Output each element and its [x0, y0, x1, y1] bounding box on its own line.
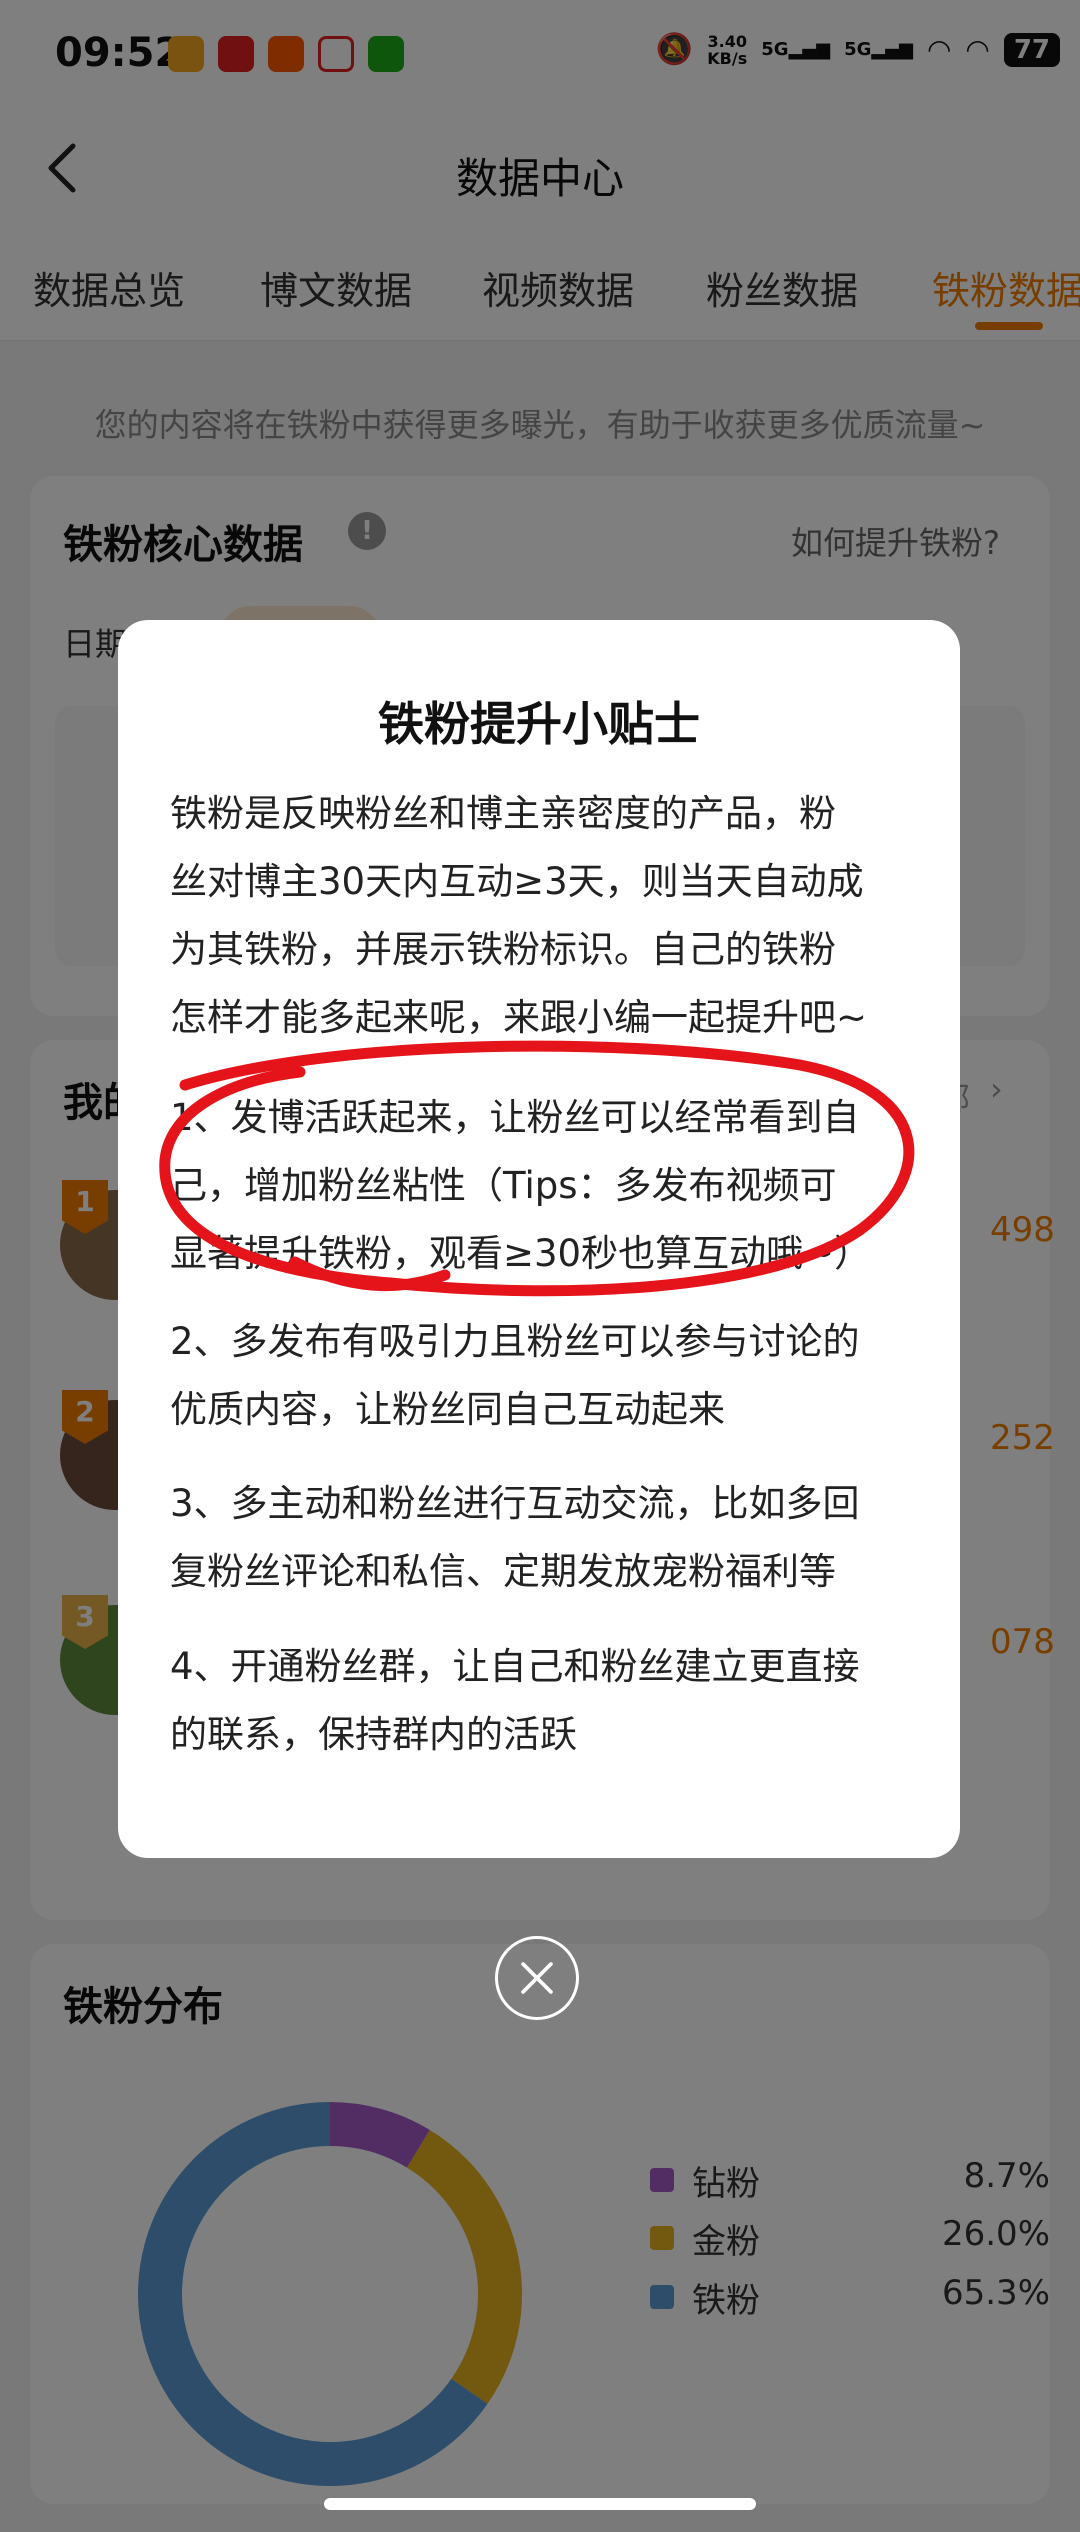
home-indicator[interactable]	[324, 2498, 756, 2510]
tip-3: 3、多主动和粉丝进行互动交流，比如多回 复粉丝评论和私信、定期发放宠粉福利等	[170, 1470, 940, 1606]
tips-modal: 铁粉提升小贴士 铁粉是反映粉丝和博主亲密度的产品，粉 丝对博主30天内互动≥3天…	[118, 620, 960, 1858]
text-line: 怎样才能多起来呢，来跟小编一起提升吧~	[170, 996, 868, 1039]
text-line: 铁粉是反映粉丝和博主亲密度的产品，粉	[170, 792, 836, 835]
text-line: 丝对博主30天内互动≥3天，则当天自动成	[170, 860, 864, 903]
text-line: 优质内容，让粉丝同自己互动起来	[170, 1388, 725, 1431]
text-line: 3、多主动和粉丝进行互动交流，比如多回	[170, 1482, 860, 1525]
text-line: 复粉丝评论和私信、定期发放宠粉福利等	[170, 1550, 836, 1593]
text-line: 2、多发布有吸引力且粉丝可以参与讨论的	[170, 1320, 860, 1363]
close-icon[interactable]	[495, 1936, 579, 2020]
text-line: 为其铁粉，并展示铁粉标识。自己的铁粉	[170, 928, 836, 971]
text-line: 1、发博活跃起来，让粉丝可以经常看到自	[170, 1096, 860, 1139]
text-line: 4、开通粉丝群，让自己和粉丝建立更直接	[170, 1645, 860, 1688]
text-line: 的联系，保持群内的活跃	[170, 1713, 577, 1756]
text-line: 己，增加粉丝粘性（Tips：多发布视频可	[170, 1164, 837, 1207]
modal-title: 铁粉提升小贴士	[378, 697, 700, 751]
tip-2: 2、多发布有吸引力且粉丝可以参与讨论的 优质内容，让粉丝同自己互动起来	[170, 1308, 940, 1444]
modal-intro: 铁粉是反映粉丝和博主亲密度的产品，粉 丝对博主30天内互动≥3天，则当天自动成 …	[170, 780, 940, 1052]
tip-1: 1、发博活跃起来，让粉丝可以经常看到自 己，增加粉丝粘性（Tips：多发布视频可…	[170, 1084, 940, 1288]
text-line: 显著提升铁粉，观看≥30秒也算互动哦~）	[170, 1232, 872, 1275]
tip-4: 4、开通粉丝群，让自己和粉丝建立更直接 的联系，保持群内的活跃	[170, 1633, 940, 1769]
